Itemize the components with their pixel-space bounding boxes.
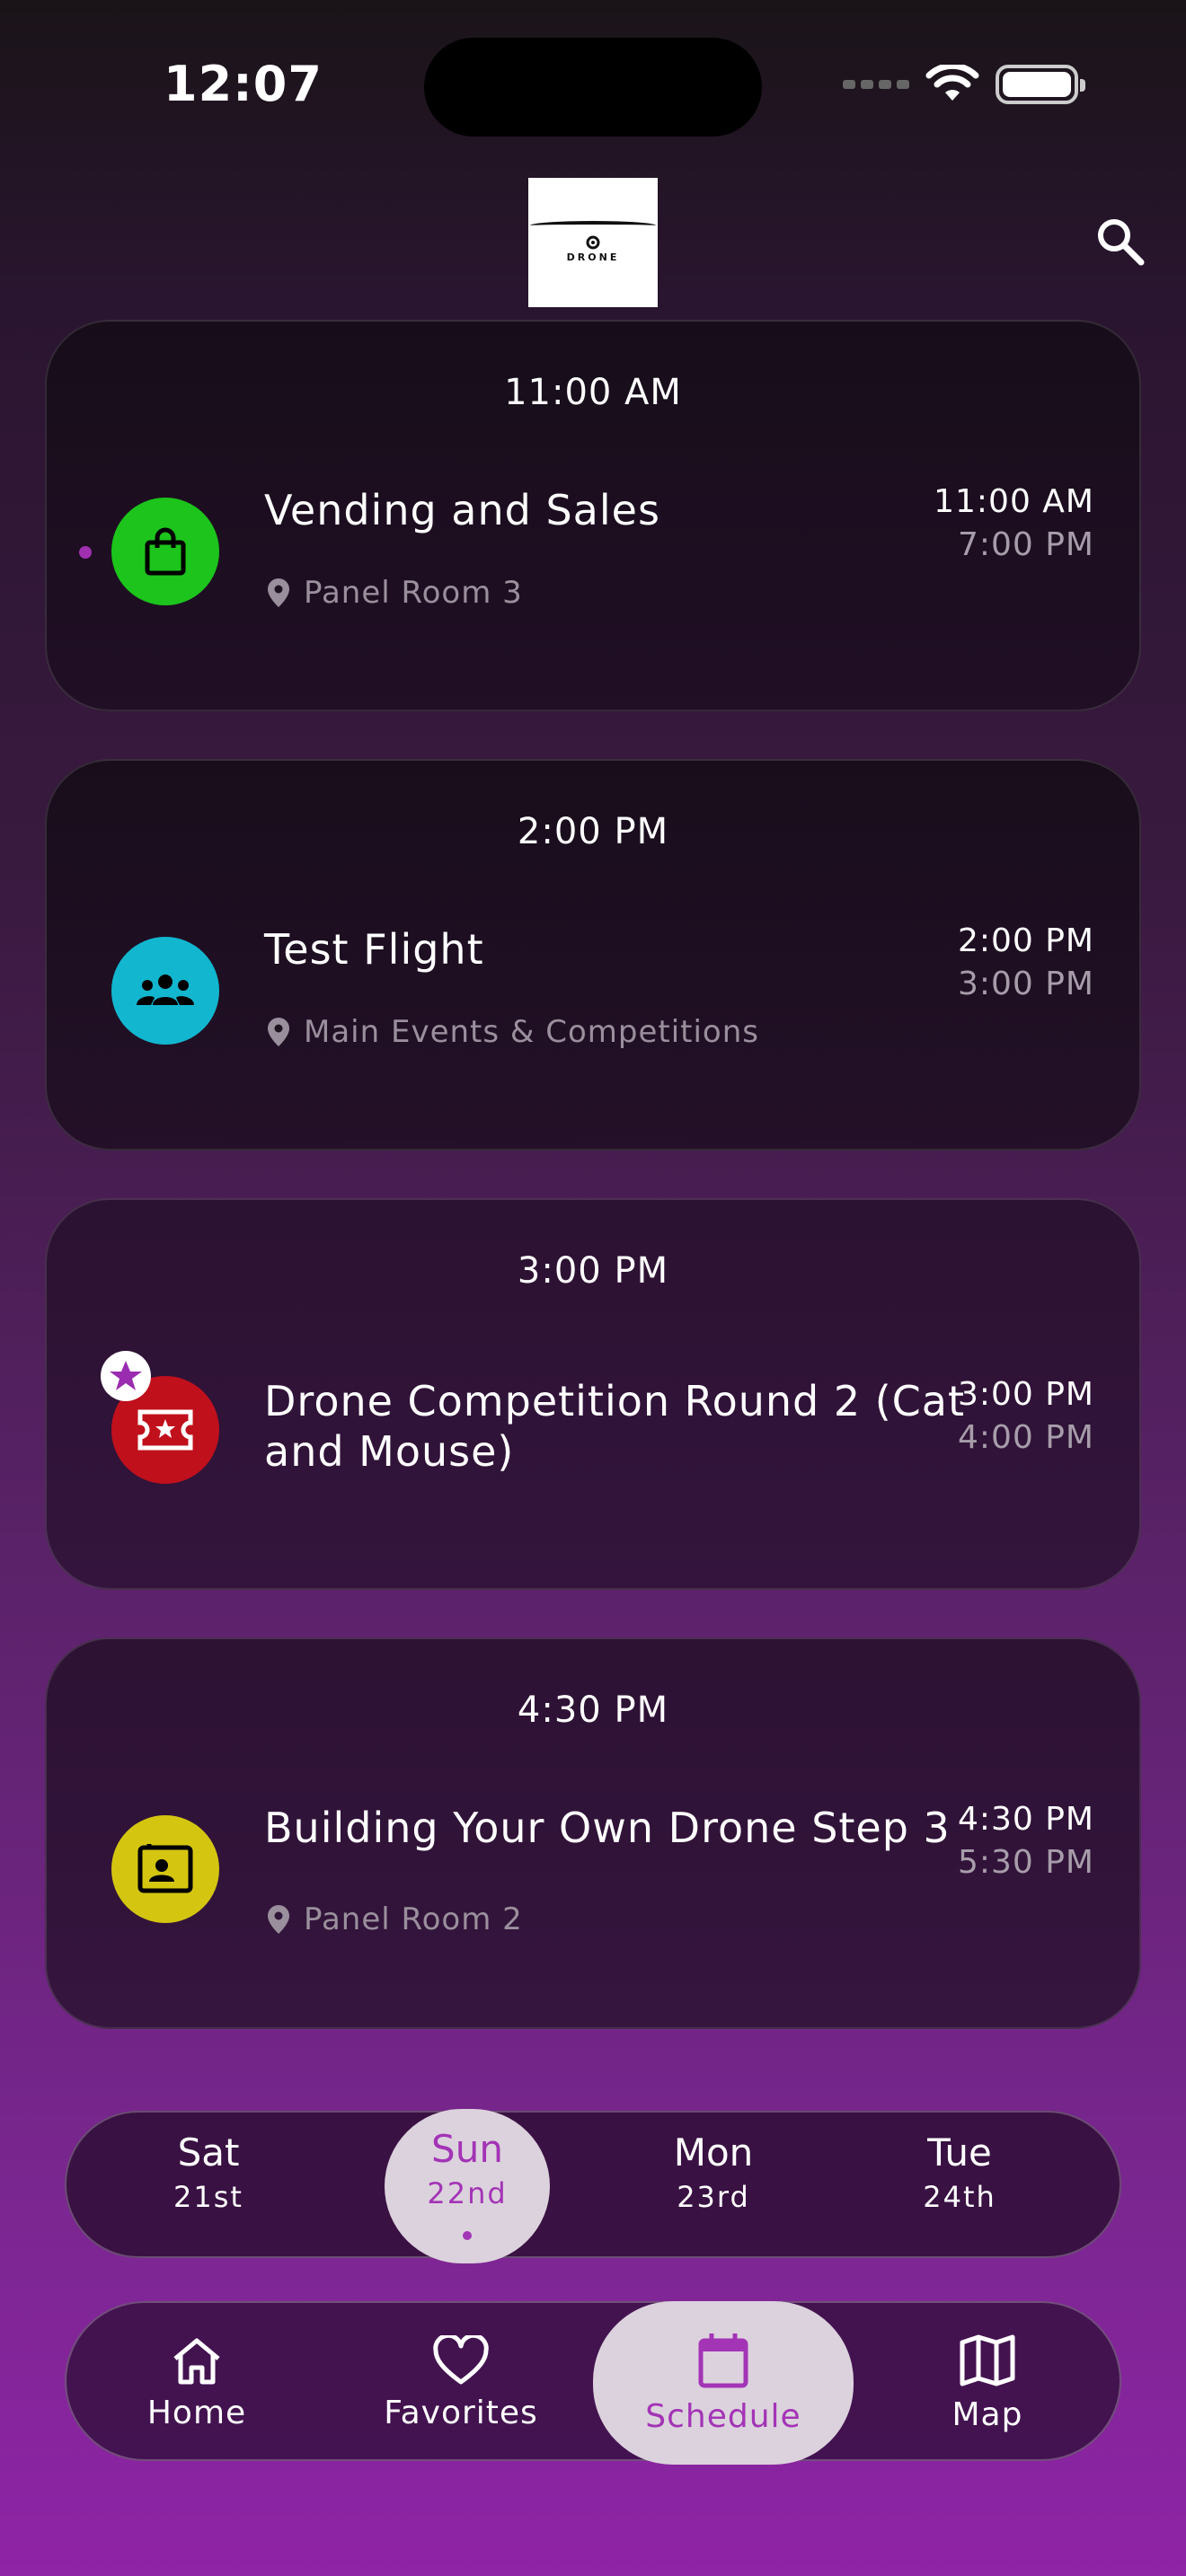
dynamic-island [424,38,762,137]
tab-label: Map [951,2395,1023,2433]
tab-label: Favorites [384,2394,538,2431]
tab-favorites[interactable]: Favorites [331,2303,591,2463]
event-start-time: 2:00 PM [957,922,1094,959]
cellular-signal-icon [843,80,909,89]
day-name: Mon [673,2130,754,2175]
event-title: Building Your Own Drone Step 3 [264,1804,951,1852]
tab-label: Schedule [645,2397,801,2435]
status-bar: 12:07 [0,0,1186,162]
event-card[interactable]: 4:30 PM Building Your Own Drone Step 3 P… [45,1637,1141,2029]
event-location: Panel Room 3 [268,575,523,611]
event-location-text: Panel Room 2 [304,1901,523,1937]
groups-icon [137,975,194,1005]
event-title: Test Flight [264,925,484,974]
event-title: Vending and Sales [264,486,660,534]
star-icon [110,1361,142,1390]
ticket-icon [137,1409,193,1451]
live-indicator [79,546,92,559]
heart-icon [433,2334,489,2384]
event-end-time: 5:30 PM [957,1844,1094,1881]
event-location-text: Panel Room 3 [304,575,523,611]
search-button[interactable] [1093,214,1146,268]
tab-home[interactable]: Home [66,2303,327,2463]
event-start-time: 3:00 PM [957,1376,1094,1413]
day-selector: Sat 21st Sun 22nd Mon 23rd Tue 24th [65,2109,1121,2263]
tab-label: Home [146,2394,247,2431]
day-tab-tue[interactable]: Tue 24th [877,2113,1042,2260]
favorite-badge [101,1351,151,1401]
home-icon [173,2338,220,2384]
wifi-icon [925,65,979,101]
event-start-time: 4:30 PM [957,1801,1094,1838]
status-time: 12:07 [164,56,323,112]
time-slot-heading: 2:00 PM [517,811,669,852]
calendar-icon [698,2333,748,2387]
tab-map[interactable]: Map [857,2303,1118,2463]
day-name: Sat [177,2130,240,2175]
day-name: Tue [927,2130,992,2175]
bottom-tab-bar: Home Favorites Schedule Map [65,2301,1121,2465]
time-slot-heading: 3:00 PM [517,1250,669,1292]
search-icon [1098,219,1145,266]
logo-text: DRONE [566,251,620,263]
event-card[interactable]: 3:00 PM Drone Competition Round 2 (Cat a… [45,1198,1141,1590]
event-end-time: 7:00 PM [957,526,1094,563]
day-tab-sun[interactable]: Sun 22nd [385,2109,550,2263]
event-start-time: 11:00 AM [934,483,1094,520]
location-pin-icon [268,1018,289,1046]
map-icon [960,2334,1015,2386]
battery-icon [996,65,1085,104]
event-icon-badge [111,937,219,1045]
event-card[interactable]: 2:00 PM Test Flight Main Events & Compet… [45,759,1141,1151]
event-location: Main Events & Competitions [268,1014,759,1050]
location-pin-icon [268,1905,289,1934]
location-pin-icon [268,578,289,607]
time-slot-heading: 4:30 PM [517,1689,669,1731]
day-tab-sat[interactable]: Sat 21st [126,2113,291,2260]
day-date: 22nd [427,2176,508,2210]
event-location-text: Main Events & Competitions [304,1014,759,1050]
event-icon-badge [111,1815,219,1923]
day-tab-mon[interactable]: Mon 23rd [631,2113,796,2260]
event-end-time: 4:00 PM [957,1419,1094,1456]
day-date: 21st [173,2180,243,2214]
status-icons [843,65,1085,104]
day-name: Sun [431,2127,503,2171]
day-date: 23rd [677,2180,750,2214]
day-date: 24th [923,2180,996,2214]
has-events-dot [463,2231,472,2240]
contact-card-icon [137,1844,193,1893]
event-end-time: 3:00 PM [957,966,1094,1002]
event-card[interactable]: 11:00 AM Vending and Sales Panel Room 3 … [45,320,1141,711]
time-slot-heading: 11:00 AM [504,372,682,413]
shopping-bag-icon [145,527,186,576]
event-location: Panel Room 2 [268,1901,523,1937]
app-logo: DRONE [528,178,658,307]
event-icon-badge [111,498,219,605]
tab-schedule[interactable]: Schedule [593,2301,854,2465]
event-title: Drone Competition Round 2 (Cat and Mouse… [264,1377,966,1476]
